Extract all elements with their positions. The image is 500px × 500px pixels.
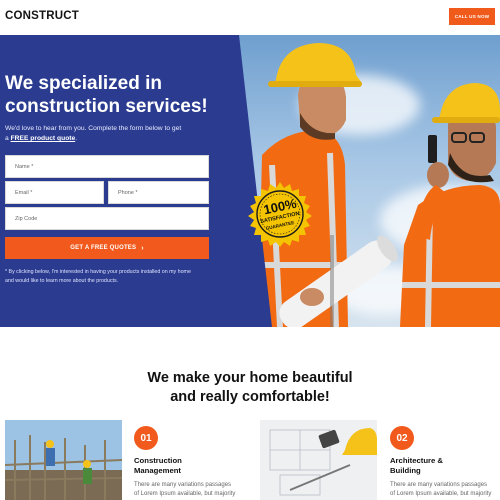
form-disclaimer-line1: * By clicking below, I'm interested in h… bbox=[5, 269, 191, 275]
hero-subtext-line2: a FREE product quote. bbox=[5, 134, 215, 144]
hero-subtext-line1: We'd love to hear from you. Complete the… bbox=[5, 125, 182, 132]
card-1-text-line2: of Lorem Ipsum available, but majority bbox=[134, 491, 236, 497]
card-2-title-line1: Architecture & bbox=[390, 456, 443, 465]
card-1-title-line1: Construction bbox=[134, 456, 182, 465]
hero-subtext: We'd love to hear from you. Complete the… bbox=[5, 124, 215, 144]
hero-subtext-suffix: . bbox=[75, 135, 78, 142]
hero-headline-line1: We specialized in bbox=[5, 73, 162, 94]
hero-section: 100% SATISFACTION GUARANTEE We specializ… bbox=[0, 35, 500, 327]
free-quote-link[interactable]: FREE product quote bbox=[11, 135, 76, 142]
card-1-title-line2: Management bbox=[134, 465, 181, 475]
card-2-text: There are many variations passages of Lo… bbox=[390, 481, 500, 499]
card-1-image bbox=[5, 420, 122, 500]
phone-input[interactable]: Phone * bbox=[108, 181, 209, 204]
card-1-title: Construction Management bbox=[134, 456, 182, 475]
blueprint-tools-photo bbox=[260, 420, 377, 500]
card-2-number-badge: 02 bbox=[390, 426, 414, 450]
form-disclaimer-line2: and would like to learn more about the p… bbox=[5, 278, 119, 284]
card-2-text-line2: of Lorem Ipsum available, but majority bbox=[390, 491, 492, 497]
section-title-line2: and really comfortable! bbox=[170, 389, 330, 405]
chevron-right-icon: › bbox=[141, 244, 144, 252]
card-1-text-line1: There are many variations passages bbox=[134, 482, 232, 488]
worker-right-figure bbox=[400, 83, 500, 327]
form-disclaimer: * By clicking below, I'm interested in h… bbox=[5, 268, 215, 286]
section-title: We make your home beautiful and really c… bbox=[0, 369, 500, 407]
card-1-number-badge: 01 bbox=[134, 426, 158, 450]
card-1-text: There are many variations passages of Lo… bbox=[134, 481, 254, 499]
brand-logo-text[interactable]: CONSTRUCT bbox=[5, 10, 79, 22]
call-us-now-button[interactable]: CALL US NOW bbox=[449, 8, 495, 25]
card-2-image bbox=[260, 420, 377, 500]
get-free-quotes-button[interactable]: GET A FREE QUOTES › bbox=[5, 237, 209, 259]
section-title-line1: We make your home beautiful bbox=[147, 370, 353, 386]
get-free-quotes-label: GET A FREE QUOTES bbox=[70, 245, 137, 251]
zip-code-input[interactable]: Zip Code bbox=[5, 207, 209, 230]
construction-site-photo bbox=[5, 420, 122, 500]
card-2-title: Architecture & Building bbox=[390, 456, 443, 475]
card-2-text-line1: There are many variations passages bbox=[390, 482, 488, 488]
hero-headline-line2: construction services! bbox=[5, 96, 208, 117]
card-2-title-line2: Building bbox=[390, 465, 421, 475]
email-input[interactable]: Email * bbox=[5, 181, 104, 204]
name-input[interactable]: Name * bbox=[5, 155, 209, 178]
top-navigation-bar: CONSTRUCT CALL US NOW bbox=[0, 0, 500, 35]
hero-headline: We specialized in construction services! bbox=[5, 72, 240, 118]
